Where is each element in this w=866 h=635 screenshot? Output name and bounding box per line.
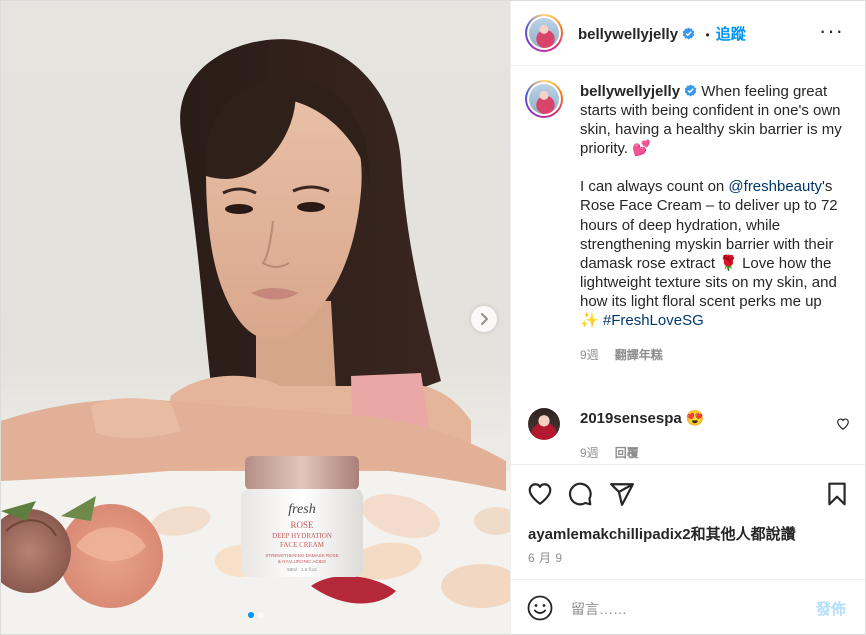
emoji-icon[interactable]	[527, 595, 553, 621]
post-date[interactable]: 6 月 9	[528, 549, 563, 566]
caption: bellywellyjelly When feeling great start…	[580, 82, 842, 365]
comment-input[interactable]	[569, 597, 793, 621]
caption-meta: 9週 翻譯年糕	[580, 346, 842, 365]
carousel-dot	[247, 612, 254, 618]
post-modal: fresh ROSE DEEP HYDRATION FACE CREAM STR…	[0, 0, 866, 635]
caption-author-avatar[interactable]	[525, 80, 563, 118]
post-side-panel: bellywellyjelly • 追蹤 ··· bellywellyjelly …	[510, 1, 865, 634]
comment-composer: 發佈	[511, 579, 865, 634]
comment: 2019sensespa 😍 9週 回覆	[580, 409, 820, 463]
share-icon[interactable]	[609, 481, 635, 507]
verified-badge-icon	[684, 84, 697, 97]
commenter-avatar[interactable]	[528, 408, 560, 440]
svg-text:FACE CREAM: FACE CREAM	[280, 541, 325, 549]
svg-text:50ml · 1.6 fl.oz: 50ml · 1.6 fl.oz	[287, 567, 317, 572]
caption-text-2-pre: I can always count on	[580, 178, 729, 196]
mention-link[interactable]: @freshbeauty	[728, 178, 822, 195]
comment-icon[interactable]	[567, 481, 593, 507]
comment-time[interactable]: 9週	[580, 446, 599, 460]
jar-brand: fresh	[288, 502, 315, 517]
svg-text:ROSE: ROSE	[290, 520, 314, 530]
heart-icon[interactable]	[527, 481, 553, 507]
chevron-right-icon	[481, 313, 488, 325]
carousel-indicator	[1, 612, 510, 618]
carousel-dot	[257, 612, 264, 618]
post-actions: ayamlemakchillipadix2和其他人都說讚 6 月 9 發佈	[511, 464, 865, 634]
caption-time[interactable]: 9週	[580, 348, 599, 362]
next-image-button[interactable]	[471, 306, 497, 332]
reply-button[interactable]: 回覆	[615, 446, 639, 460]
post-comment-button[interactable]: 發佈	[816, 598, 846, 619]
separator-dot: •	[705, 28, 710, 42]
svg-text:DEEP HYDRATION: DEEP HYDRATION	[272, 532, 332, 540]
svg-text:& HYALURONIC ACIDS: & HYALURONIC ACIDS	[278, 559, 326, 564]
bookmark-icon[interactable]	[824, 481, 850, 507]
caption-author[interactable]: bellywellyjelly	[580, 83, 680, 100]
verified-badge-icon	[682, 27, 695, 40]
comment-text: 😍	[685, 410, 705, 427]
author-username[interactable]: bellywellyjelly	[578, 26, 678, 43]
post-header: bellywellyjelly • 追蹤 ···	[511, 1, 865, 66]
more-options-icon[interactable]: ···	[819, 20, 844, 42]
see-translation-button[interactable]: 翻譯年糕	[615, 348, 663, 362]
hashtag-link[interactable]: #FreshLoveSG	[603, 312, 704, 329]
photo-illustration: fresh ROSE DEEP HYDRATION FACE CREAM STR…	[1, 39, 510, 634]
comments-scroll-area[interactable]: bellywellyjelly When feeling great start…	[511, 66, 865, 464]
caption-text-2-post: 's Rose Face Cream – to deliver up to 72…	[580, 178, 838, 330]
comment-author[interactable]: 2019sensespa	[580, 410, 682, 427]
svg-text:STRENGTHENING DAMASK ROSE: STRENGTHENING DAMASK ROSE	[265, 553, 338, 558]
follow-button[interactable]: 追蹤	[716, 26, 746, 43]
post-photo[interactable]: fresh ROSE DEEP HYDRATION FACE CREAM STR…	[1, 1, 510, 634]
liked-by-text[interactable]: ayamlemakchillipadix2和其他人都說讚	[528, 523, 796, 544]
heart-icon[interactable]	[836, 417, 850, 431]
author-avatar[interactable]	[525, 14, 563, 52]
comment-meta: 9週 回覆	[580, 444, 820, 463]
